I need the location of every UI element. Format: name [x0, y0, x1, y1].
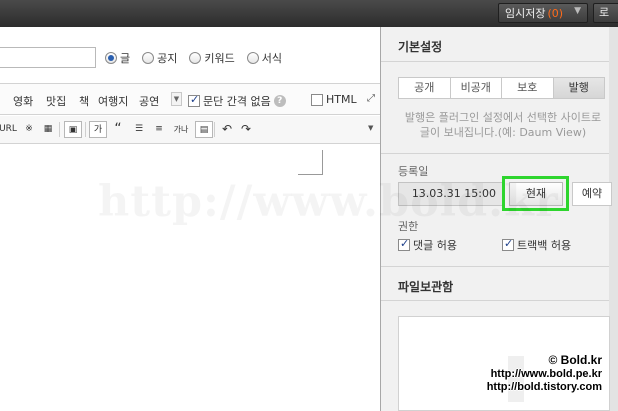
credit-line: © Bold.kr — [548, 353, 602, 367]
post-type-label: 서식 — [261, 52, 282, 65]
paragraph-gap-label: 문단 간격 없음 — [203, 95, 271, 108]
toolbar-divider — [214, 122, 215, 137]
allow-trackback-label: 트랙백 허용 — [517, 239, 572, 252]
draft-save-button[interactable]: 임시저장 (0) ▼ — [498, 3, 588, 23]
publish-hint-line: 발행은 플러그인 설정에서 선택한 사이트로 — [404, 111, 602, 124]
url-link-button[interactable]: URL — [0, 121, 19, 138]
paragraph-gap-checkbox[interactable]: 문단 간격 없음 ? — [188, 93, 286, 109]
title-input[interactable] — [0, 47, 96, 68]
panel-scrollbar[interactable] — [609, 27, 618, 411]
post-type-keyword[interactable]: 키워드 — [189, 50, 235, 66]
publish-hint-line: 글이 보내집니다.(예: Daum View) — [419, 126, 587, 139]
toolbar-divider — [59, 122, 60, 137]
file-storage-title: 파일보관함 — [398, 280, 454, 294]
credit-line: http://bold.tistory.com — [486, 381, 602, 393]
checkbox-icon[interactable] — [311, 93, 323, 106]
radio-icon[interactable] — [142, 52, 155, 64]
radio-icon[interactable] — [105, 52, 117, 64]
tab-protected[interactable]: 보호 — [501, 77, 553, 99]
category-bar: 영화 맛집 책 여행지 공연 ▼ 문단 간격 없음 ? HTML ⤢ — [0, 83, 380, 115]
radio-icon[interactable] — [246, 52, 259, 64]
chevron-down-icon[interactable]: ▼ — [171, 92, 182, 106]
top-right-button[interactable]: 로 — [593, 3, 618, 23]
post-type-label: 키워드 — [204, 52, 235, 65]
checkbox-icon[interactable] — [502, 237, 514, 251]
html-mode-checkbox[interactable]: HTML — [311, 93, 357, 106]
toolbar-divider — [85, 122, 86, 137]
section-divider — [381, 300, 609, 301]
table-icon[interactable]: ▦ — [39, 121, 57, 138]
post-type-template[interactable]: 서식 — [246, 50, 282, 66]
chevron-down-icon[interactable]: ▼ — [368, 124, 373, 132]
draft-count: (0) — [547, 6, 564, 20]
allow-trackback-checkbox[interactable]: 트랙백 허용 — [502, 237, 571, 253]
tab-public[interactable]: 공개 — [398, 77, 450, 99]
tab-private[interactable]: 비공개 — [449, 77, 501, 99]
section-divider — [381, 153, 609, 154]
special-char-icon[interactable]: ※ — [20, 121, 38, 138]
post-type-group: 글 공지 키워드 서식 — [105, 50, 282, 66]
spell-check-button[interactable]: 가나 — [170, 121, 192, 138]
basic-settings-title: 기본설정 — [398, 40, 443, 54]
page-corner-mark — [322, 150, 323, 174]
section-divider — [381, 266, 609, 267]
draft-save-label: 임시저장 — [505, 7, 546, 20]
checkbox-icon[interactable] — [188, 93, 200, 107]
visibility-tabs: 공개 비공개 보호 발행 — [398, 77, 605, 99]
help-icon[interactable]: ? — [273, 95, 286, 107]
category-item[interactable]: 공연 — [139, 93, 159, 109]
editor-screen: 임시저장 (0) ▼ 로 글 공지 키워드 서식 영화 맛집 책 여행지 공연 — [0, 0, 618, 411]
category-item[interactable]: 여행지 — [98, 93, 128, 109]
section-divider — [381, 61, 609, 62]
undo-icon[interactable]: ↶ — [218, 121, 236, 138]
list-icon[interactable]: ≡ — [150, 121, 168, 138]
allow-comment-checkbox[interactable]: 댓글 허용 — [398, 237, 457, 253]
html-mode-label: HTML — [326, 93, 357, 106]
allow-comment-label: 댓글 허용 — [413, 239, 457, 252]
post-type-notice[interactable]: 공지 — [142, 50, 177, 66]
category-item[interactable]: 영화 — [13, 93, 33, 109]
format-toolbar: URL ※ ▦ ▣ 가 “ ☰ ≡ 가나 ▤ ↶ ↷ ▼ — [0, 116, 380, 144]
top-bar: 임시저장 (0) ▼ 로 — [0, 0, 618, 27]
post-type-label: 공지 — [157, 52, 178, 65]
checkbox-icon[interactable] — [398, 237, 410, 251]
post-type-post[interactable]: 글 — [105, 50, 130, 66]
chevron-down-icon[interactable]: ▼ — [574, 6, 581, 16]
publish-hint: 발행은 플러그인 설정에서 선택한 사이트로 글이 보내집니다.(예: Daum… — [398, 110, 608, 140]
watermark: http://www.bold.kr — [98, 177, 559, 227]
image-box-icon[interactable]: ▣ — [64, 121, 82, 138]
category-item[interactable]: 책 — [79, 93, 89, 109]
expand-icon[interactable]: ⤢ — [367, 93, 375, 104]
tab-publish[interactable]: 발행 — [552, 77, 605, 99]
text-style-button[interactable]: 가 — [89, 121, 107, 138]
radio-icon[interactable] — [189, 52, 202, 64]
divider-line-icon[interactable]: ☰ — [130, 121, 148, 138]
category-item[interactable]: 맛집 — [46, 93, 66, 109]
credit-line: http://www.bold.pe.kr — [490, 368, 602, 380]
save-doc-icon[interactable]: ▤ — [195, 121, 213, 138]
quote-button[interactable]: “ — [109, 121, 127, 138]
page-corner-mark — [298, 174, 323, 175]
redo-icon[interactable]: ↷ — [237, 121, 255, 138]
reserve-button[interactable]: 예약 — [572, 182, 612, 206]
post-type-label: 글 — [120, 52, 131, 65]
